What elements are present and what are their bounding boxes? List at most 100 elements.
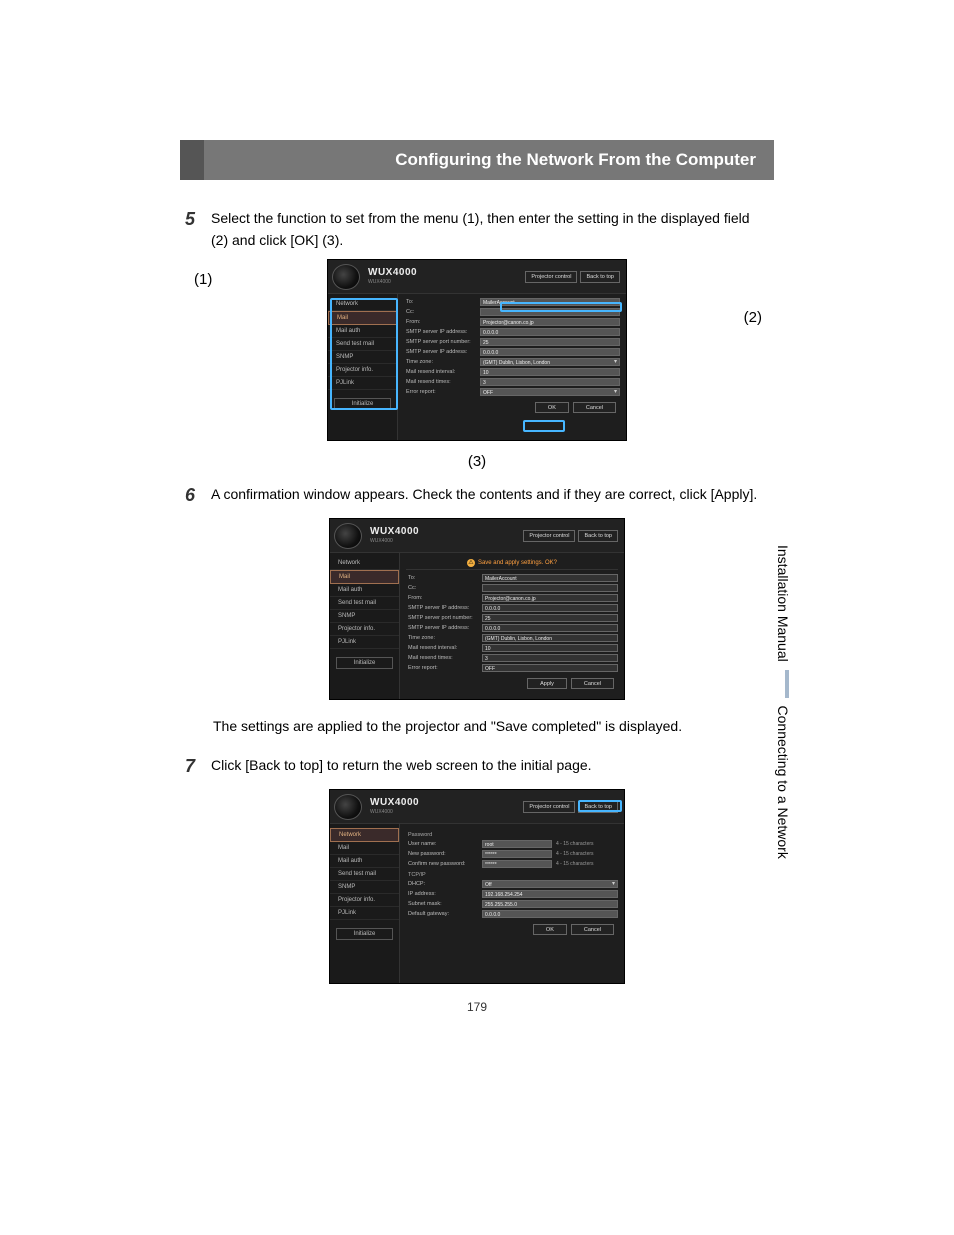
note-username: 4 - 15 characters [556,841,594,847]
section-tcpip: TCP/IP [408,872,618,878]
input-to[interactable]: MailerAccount [480,298,620,306]
side-margin-text: Installation Manual Connecting to a Netw… [772,545,794,859]
sidebar-item-pjlink[interactable]: PJLink [328,377,397,390]
fig2-body: Network Mail Mail auth Send test mail SN… [330,553,624,699]
sidebar-item-snmp[interactable]: SNMP [328,351,397,364]
sidebar-item-network[interactable]: Network [328,298,397,311]
sidebar-item-snmp[interactable]: SNMP [330,881,399,894]
sidebar-item-mail-auth[interactable]: Mail auth [328,325,397,338]
fig3-sidebar: Network Mail Mail auth Send test mail SN… [330,824,400,983]
input-interval[interactable]: 10 [480,368,620,376]
back-to-top-button[interactable]: Back to top [578,801,618,813]
select-timezone[interactable]: (GMT) Dublin, Lisbon, London [480,358,620,366]
input-cc[interactable] [480,308,620,316]
model-name: WUX4000 [368,268,417,278]
projector-control-button[interactable]: Projector control [525,271,577,283]
fig1-sidebar: Network Mail Mail auth Send test mail SN… [328,294,398,440]
sidebar-item-initialize[interactable]: Initialize [336,928,393,940]
apply-button[interactable]: Apply [527,678,567,689]
figure-3-wrap: WUX4000 WUX4000 Projector control Back t… [0,789,954,984]
sidebar-item-pjlink[interactable]: PJLink [330,907,399,920]
back-to-top-button[interactable]: Back to top [578,530,618,542]
fig3-form: Password User name:root4 - 15 characters… [400,824,624,983]
label-times: Mail resend times: [406,655,482,661]
margin-accent-icon [785,670,789,698]
input-username[interactable]: root [482,840,552,848]
ok-button[interactable]: OK [533,924,567,935]
sidebar-item-send-test[interactable]: Send test mail [330,868,399,881]
sidebar-item-mail[interactable]: Mail [328,311,397,325]
label-mask: Subnet mask: [406,901,482,907]
callout-2: (2) [744,309,762,326]
sidebar-item-projector-info[interactable]: Projector info. [328,364,397,377]
label-ip: IP address: [406,891,482,897]
step-6: 6 A confirmation window appears. Check t… [185,484,769,510]
input-smtp-ip2[interactable]: 0.0.0.0 [480,348,620,356]
page-number: 179 [0,1000,954,1014]
input-gateway[interactable]: 0.0.0.0 [482,910,618,918]
fig2-header: WUX4000 WUX4000 Projector control Back t… [330,519,624,553]
projector-control-button[interactable]: Projector control [523,530,575,542]
input-smtp-port[interactable]: 25 [480,338,620,346]
step-5-number: 5 [185,206,211,251]
figure-3: WUX4000 WUX4000 Projector control Back t… [329,789,625,984]
model-block: WUX4000 WUX4000 [368,268,417,285]
sidebar-item-pjlink[interactable]: PJLink [330,636,399,649]
sidebar-item-mail[interactable]: Mail [330,570,399,584]
projector-control-button[interactable]: Projector control [523,801,575,813]
model-block: WUX4000 WUX4000 [370,527,419,544]
input-mask[interactable]: 255.255.255.0 [482,900,618,908]
input-ip[interactable]: 192.168.254.254 [482,890,618,898]
value-interval: 10 [482,644,618,652]
sidebar-item-mail-auth[interactable]: Mail auth [330,855,399,868]
sidebar-item-send-test[interactable]: Send test mail [330,597,399,610]
label-times: Mail resend times: [404,379,480,385]
page-title: Configuring the Network From the Compute… [395,150,756,169]
sidebar-item-mail[interactable]: Mail [330,842,399,855]
label-gateway: Default gateway: [406,911,482,917]
model-name: WUX4000 [370,798,419,808]
value-smtp-ip: 0.0.0.0 [482,604,618,612]
value-timezone: (GMT) Dublin, Lisbon, London [482,634,618,642]
value-smtp-port: 25 [482,614,618,622]
label-smtp-ip: SMTP server IP address: [404,329,480,335]
input-from[interactable]: Projector@canon.co.jp [480,318,620,326]
sidebar-item-snmp[interactable]: SNMP [330,610,399,623]
fig3-header-buttons: Projector control Back to top [523,801,618,813]
note-new-pw: 4 - 15 characters [556,851,594,857]
sidebar-item-mail-auth[interactable]: Mail auth [330,584,399,597]
back-to-top-button[interactable]: Back to top [580,271,620,283]
select-dhcp[interactable]: Off [482,880,618,888]
step-7: 7 Click [Back to top] to return the web … [185,755,769,781]
sidebar-item-projector-info[interactable]: Projector info. [330,623,399,636]
ok-button[interactable]: OK [535,402,569,413]
fig3-body: Network Mail Mail auth Send test mail SN… [330,824,624,983]
label-from: From: [404,319,480,325]
step-7-number: 7 [185,753,211,781]
input-smtp-ip[interactable]: 0.0.0.0 [480,328,620,336]
value-smtp-ip2: 0.0.0.0 [482,624,618,632]
sidebar-item-projector-info[interactable]: Projector info. [330,894,399,907]
label-smtp-port: SMTP server port number: [406,615,482,621]
step-6-text: A confirmation window appears. Check the… [211,484,769,510]
label-dhcp: DHCP: [406,881,482,887]
input-conf-pw[interactable]: ****** [482,860,552,868]
sidebar-item-network[interactable]: Network [330,557,399,570]
confirm-message: Save and apply settings. OK? [406,557,618,570]
cancel-button[interactable]: Cancel [571,924,614,935]
cancel-button[interactable]: Cancel [571,678,614,689]
input-new-pw[interactable]: ****** [482,850,552,858]
figure-1-wrap: (1) (2) WUX4000 WUX4000 Projector contro… [0,259,954,441]
step-7-text: Click [Back to top] to return the web sc… [211,755,769,781]
select-error[interactable]: OFF [480,388,620,396]
fig2-header-buttons: Projector control Back to top [523,530,618,542]
cancel-button[interactable]: Cancel [573,402,616,413]
sidebar-item-send-test[interactable]: Send test mail [328,338,397,351]
fig2-sidebar: Network Mail Mail auth Send test mail SN… [330,553,400,699]
input-times[interactable]: 3 [480,378,620,386]
sidebar-item-initialize[interactable]: Initialize [334,398,391,410]
value-to: MailerAccount [482,574,618,582]
sidebar-item-network[interactable]: Network [330,828,399,842]
sidebar-item-initialize[interactable]: Initialize [336,657,393,669]
margin-text-a: Installation Manual [775,545,791,662]
